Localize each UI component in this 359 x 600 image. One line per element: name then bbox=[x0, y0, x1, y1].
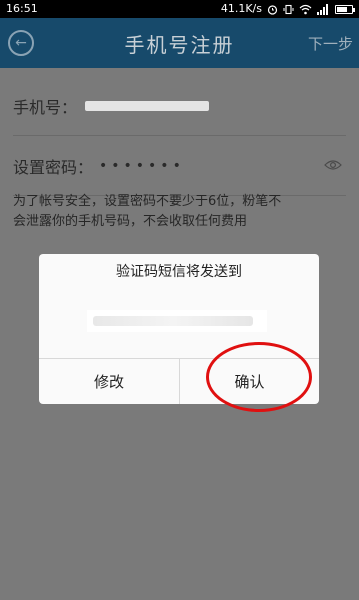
password-row: 设置密码： ••••••• bbox=[13, 136, 346, 196]
battery-icon bbox=[335, 4, 355, 14]
vibrate-icon bbox=[283, 4, 294, 15]
dialog-title: 验证码短信将发送到 bbox=[116, 264, 242, 280]
status-bar: 16:51 41.1K/s bbox=[0, 0, 359, 18]
modify-button[interactable]: 修改 bbox=[39, 359, 179, 404]
password-hint: 为了帐号安全，设置密码不要少于6位，粉笔不 会泄露你的手机号码，不会收取任何费用 bbox=[13, 192, 353, 232]
show-password-icon[interactable] bbox=[324, 156, 342, 175]
wifi-icon bbox=[299, 4, 312, 15]
signal-icon bbox=[317, 3, 330, 15]
next-step-button[interactable]: 下一步 bbox=[308, 33, 353, 54]
dialog-phone-number bbox=[87, 310, 267, 332]
password-input[interactable]: ••••••• bbox=[99, 158, 185, 174]
password-label: 设置密码： bbox=[13, 157, 94, 177]
phone-row: 手机号： bbox=[13, 76, 346, 136]
network-speed: 41.1K/s bbox=[220, 2, 262, 15]
alarm-icon bbox=[267, 4, 278, 15]
redacted-phone-number bbox=[93, 316, 253, 326]
phone-input[interactable] bbox=[85, 100, 210, 111]
hint-line-1: 为了帐号安全，设置密码不要少于6位，粉笔不 bbox=[13, 194, 282, 209]
status-time: 16:51 bbox=[6, 2, 38, 15]
status-icons: 41.1K/s bbox=[220, 0, 355, 18]
phone-label: 手机号： bbox=[13, 97, 78, 117]
page-title: 手机号注册 bbox=[124, 32, 235, 57]
hint-line-2: 会泄露你的手机号码，不会收取任何费用 bbox=[13, 214, 248, 229]
app-bar: ← 手机号注册 下一步 bbox=[0, 18, 359, 68]
confirm-dialog: 验证码短信将发送到 修改 确认 bbox=[39, 254, 319, 404]
confirm-button[interactable]: 确认 bbox=[179, 359, 319, 404]
